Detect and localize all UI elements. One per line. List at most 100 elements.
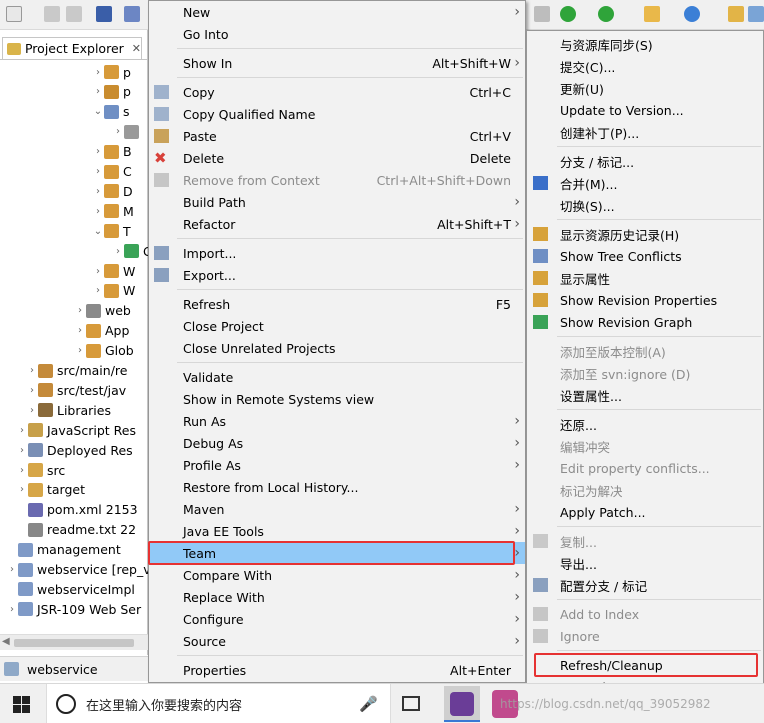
team-menu-item[interactable]: 导出... [527,552,763,574]
project-explorer-tab[interactable]: Project Explorer ✕ [2,37,142,59]
tree-item[interactable]: webserviceImpl [6,579,135,599]
menu-item-delete[interactable]: ✖ Delete Delete [149,147,525,169]
tree-item[interactable]: › Deployed Res [16,440,133,460]
microphone-icon[interactable]: 🎤 [359,695,378,713]
team-menu-item[interactable]: 合并(M)... [527,172,763,194]
team-menu-item[interactable]: 显示属性 [527,267,763,289]
expand-arrow-icon[interactable]: › [92,146,104,157]
tree-item[interactable]: management [6,540,121,560]
expand-arrow-icon[interactable]: › [74,325,86,336]
save-icon[interactable] [44,6,60,22]
expand-arrow-icon[interactable]: › [16,425,28,436]
menu-item-close-project[interactable]: Close Project [149,315,525,337]
expand-arrow-icon[interactable]: › [26,365,38,376]
tree-item[interactable]: › B [92,142,132,162]
menu-item-debug-as[interactable]: Debug As › [149,432,525,454]
new-icon[interactable] [6,6,22,22]
menu-item-refresh[interactable]: Refresh F5 [149,293,525,315]
menu-item-copy-qualified-name[interactable]: Copy Qualified Name [149,103,525,125]
menu-item-export[interactable]: Export... [149,264,525,286]
windows-logo-icon[interactable] [13,696,30,713]
menu-item-show-in-remote-systems-view[interactable]: Show in Remote Systems view [149,388,525,410]
menu-item-run-as[interactable]: Run As › [149,410,525,432]
menu-item-restore-from-local-history[interactable]: Restore from Local History... [149,476,525,498]
tree-item[interactable]: › p [92,82,131,102]
close-icon[interactable]: ✕ [132,42,141,55]
tree-item[interactable]: › JSR-109 Web Ser [6,599,141,619]
team-menu-item[interactable]: 还原... [527,413,763,435]
expand-arrow-icon[interactable]: › [92,86,104,97]
expand-arrow-icon[interactable]: ⌄ [92,226,104,237]
tree-item[interactable]: ⌄ T [92,221,131,241]
menu-item-profile-as[interactable]: Profile As › [149,454,525,476]
expand-arrow-icon[interactable]: › [92,266,104,277]
expand-arrow-icon[interactable]: › [92,186,104,197]
tree-item[interactable]: › Libraries [26,400,111,420]
team-menu-item[interactable]: 配置分支 / 标记 [527,574,763,596]
team-menu-item[interactable]: 更新(U) [527,77,763,99]
taskbar-search[interactable]: 在这里输入你要搜索的内容 🎤 [46,684,391,723]
menu-item-import[interactable]: Import... [149,242,525,264]
expand-arrow-icon[interactable]: › [92,67,104,78]
team-menu-item[interactable]: Show Revision Properties [527,289,763,311]
tree-item[interactable]: › JavaScript Res [16,420,136,440]
scroll-left-icon[interactable]: ◀ [2,636,10,647]
build-icon[interactable] [534,6,550,22]
menu-item-properties[interactable]: Properties Alt+Enter [149,659,525,681]
expand-arrow-icon[interactable]: ⌄ [92,106,104,117]
scrollbar-thumb[interactable] [14,639,134,647]
task-view-icon[interactable] [402,696,420,711]
tree-item[interactable]: ⌄ s [92,102,130,122]
team-menu-item[interactable]: 显示资源历史记录(H) [527,223,763,245]
expand-arrow-icon[interactable]: › [26,385,38,396]
menu-item-show-in[interactable]: Show In Alt+Shift+W › [149,52,525,74]
new-server-icon[interactable] [644,6,660,22]
menu-item-build-path[interactable]: Build Path › [149,191,525,213]
skip-breakpoints-icon[interactable] [124,6,140,22]
menu-item-paste[interactable]: Paste Ctrl+V [149,125,525,147]
team-menu-item[interactable]: 创建补丁(P)... [527,121,763,143]
team-menu-item[interactable]: 切换(S)... [527,194,763,216]
menu-item-source[interactable]: Source › [149,630,525,652]
expand-arrow-icon[interactable]: › [92,166,104,177]
eclipse-taskbar-icon[interactable] [444,686,480,722]
expand-arrow-icon[interactable]: › [6,604,18,615]
tree-item[interactable]: › src/main/re [26,361,127,381]
tree-item[interactable]: › target [16,480,85,500]
tree-item[interactable]: › p [92,62,131,82]
team-menu-item[interactable]: Show Tree Conflicts [527,245,763,267]
team-menu-item[interactable]: 提交(C)... [527,55,763,77]
team-menu-item[interactable]: Apply Patch... [527,501,763,523]
tree-item[interactable]: › [112,122,143,142]
expand-arrow-icon[interactable]: › [74,345,86,356]
menu-item-refactor[interactable]: Refactor Alt+Shift+T › [149,213,525,235]
save-all-icon[interactable] [66,6,82,22]
team-menu-item[interactable]: 设置属性... [527,384,763,406]
menu-item-new[interactable]: New › [149,1,525,23]
search-input[interactable]: 在这里输入你要搜索的内容 [86,695,242,714]
run-icon[interactable] [560,6,576,22]
menu-item-go-into[interactable]: Go Into [149,23,525,45]
tree-item[interactable]: › App [74,321,129,341]
tree-item[interactable]: › W [92,261,135,281]
expand-arrow-icon[interactable]: › [16,465,28,476]
new-class-icon[interactable] [684,6,700,22]
menu-item-maven[interactable]: Maven › [149,498,525,520]
menu-item-compare-with[interactable]: Compare With › [149,564,525,586]
team-menu-item[interactable]: 与资源库同步(S) [527,33,763,55]
tree-item[interactable]: › W [92,281,135,301]
expand-arrow-icon[interactable]: › [112,246,124,257]
team-menu-item[interactable]: Update to Version... [527,99,763,121]
team-menu-item[interactable]: 分支 / 标记... [527,150,763,172]
tree-item[interactable]: › web [74,301,131,321]
expand-arrow-icon[interactable]: › [16,484,28,495]
tree-item[interactable]: › webservice [rep_v [6,560,151,580]
tree-item[interactable]: pom.xml 2153 [16,500,138,520]
expand-arrow-icon[interactable]: › [92,285,104,296]
expand-arrow-icon[interactable]: › [92,206,104,217]
menu-item-copy[interactable]: Copy Ctrl+C [149,81,525,103]
menu-item-validate[interactable]: Validate [149,366,525,388]
expand-arrow-icon[interactable]: › [6,564,18,575]
expand-arrow-icon[interactable]: › [112,126,124,137]
open-type-icon[interactable] [748,6,764,22]
